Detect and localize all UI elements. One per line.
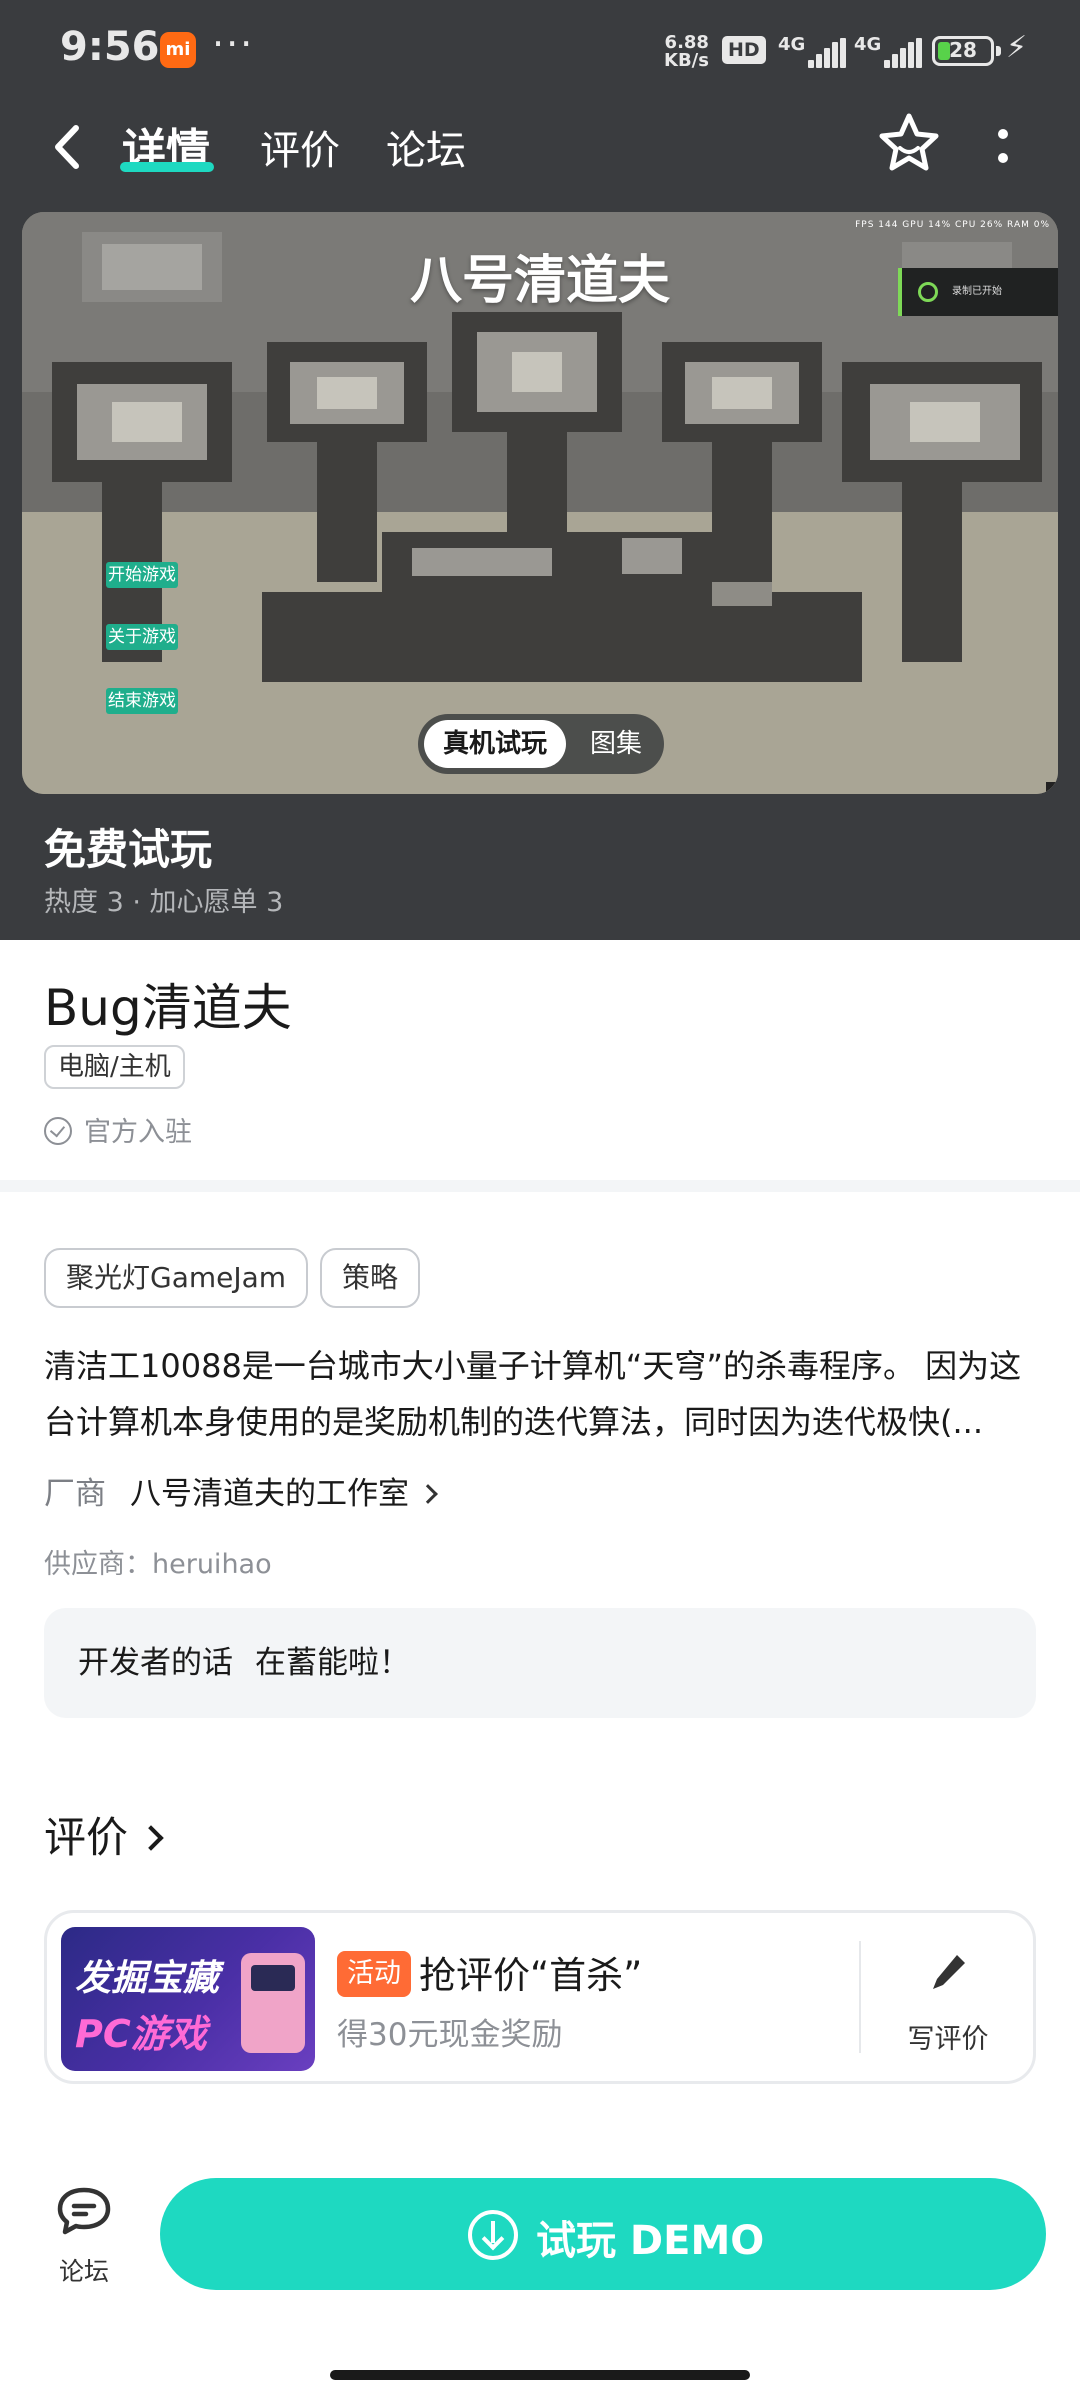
check-circle-icon xyxy=(44,1117,72,1145)
hd-voice-icon: HD xyxy=(722,36,766,64)
forum-button[interactable]: 论坛 xyxy=(40,2182,128,2292)
more-notifications-icon: ··· xyxy=(212,22,255,66)
vendor-name: 八号清道夫的工作室 xyxy=(130,1476,409,1512)
mi-app-icon: mi xyxy=(160,32,196,68)
star-favorite-icon[interactable] xyxy=(876,110,942,176)
more-vertical-icon[interactable] xyxy=(990,118,1016,178)
network-type-1: 4G xyxy=(778,34,806,55)
network-type-2: 4G xyxy=(854,34,882,55)
recording-toast: 录制已开始 xyxy=(898,268,1058,316)
write-review-label: 写评价 xyxy=(907,2024,989,2055)
net-speed-unit: KB/s xyxy=(664,50,709,71)
net-speed: 6.88 KB/s xyxy=(664,34,709,70)
game-menu-start[interactable]: 开始游戏 xyxy=(106,562,178,588)
platform-tag: 电脑/主机 xyxy=(44,1045,185,1089)
heat-and-wishlist: 热度 3 · 加心愿单 3 xyxy=(44,887,284,918)
status-bar: 9:56 mi ··· 6.88 KB/s HD 4G 4G 28 ⚡ xyxy=(0,0,1080,100)
tab-reviews[interactable]: 评价 xyxy=(260,118,340,176)
promo-subtitle: 得30元现金奖励 xyxy=(337,2017,563,2053)
app-name: Bug清道夫 xyxy=(44,979,292,1037)
promo-image-line1: 发掘宝藏 xyxy=(75,1958,220,1999)
promo-banner-image: 发掘宝藏 PC游戏 xyxy=(61,1927,315,2071)
vendor-link[interactable]: 厂商 八号清道夫的工作室 xyxy=(44,1468,438,1513)
chevron-right-icon xyxy=(418,1484,438,1504)
hero-section: 9:56 mi ··· 6.88 KB/s HD 4G 4G 28 ⚡ 详情 评… xyxy=(0,0,1080,940)
try-demo-label: 试玩 DEMO xyxy=(536,2218,765,2264)
reviews-heading-label: 评价 xyxy=(44,1813,129,1862)
game-description[interactable]: 清洁工10088是一台城市大小量子计算机“天穹”的杀毒程序。 因为这台计算机本身… xyxy=(44,1338,1040,1450)
media-tab-gallery[interactable]: 图集 xyxy=(578,720,654,768)
charging-icon: ⚡ xyxy=(1006,30,1028,65)
trial-title: 免费试玩 xyxy=(44,825,213,874)
game-menu-about[interactable]: 关于游戏 xyxy=(106,624,178,650)
game-preview[interactable]: 八号清道夫 FPS 144 GPU 14% CPU 26% RAM 0% 录制已… xyxy=(22,212,1058,794)
promo-separator xyxy=(859,1941,861,2053)
write-review-button[interactable]: 写评价 xyxy=(883,1933,1013,2063)
developer-note-text: 在蓄能啦！ xyxy=(255,1645,410,1681)
tab-forum[interactable]: 论坛 xyxy=(386,118,466,176)
developer-note: 开发者的话 在蓄能啦！ xyxy=(44,1608,1036,1718)
record-icon xyxy=(918,282,938,302)
forum-chat-icon xyxy=(57,2187,111,2235)
official-badge: 官方入驻 xyxy=(44,1110,192,1149)
forum-label: 论坛 xyxy=(58,2257,109,2286)
media-switch: 真机试玩 图集 xyxy=(418,714,664,774)
tab-active-indicator xyxy=(120,162,214,172)
status-time: 9:56 xyxy=(60,24,160,70)
tag-gamejam[interactable]: 聚光灯GameJam xyxy=(44,1248,309,1308)
robot-illustration xyxy=(241,1953,305,2053)
back-arrow-icon[interactable] xyxy=(40,112,100,182)
section-divider xyxy=(0,1180,1080,1192)
developer-note-label: 开发者的话 xyxy=(78,1645,233,1681)
promo-image-line2: PC游戏 xyxy=(75,2012,207,2056)
media-tab-live-trial[interactable]: 真机试玩 xyxy=(424,720,566,768)
signal-icon-2 xyxy=(884,38,922,68)
battery-tip xyxy=(996,46,1001,56)
official-label: 官方入驻 xyxy=(84,1117,192,1148)
tag-strategy[interactable]: 策略 xyxy=(320,1248,421,1308)
activity-badge: 活动 xyxy=(337,1951,411,1997)
vendor-label: 厂商 xyxy=(44,1476,106,1512)
review-promo-card[interactable]: 发掘宝藏 PC游戏 活动 抢评价“首杀” 得30元现金奖励 写评价 xyxy=(44,1910,1036,2084)
pen-icon xyxy=(931,1955,967,1996)
supplier-info: 供应商：heruihao xyxy=(44,1549,272,1580)
download-icon xyxy=(468,2210,518,2260)
promo-title: 抢评价“首杀” xyxy=(419,1954,643,1997)
reviews-heading[interactable]: 评价 xyxy=(44,1804,164,1865)
game-menu-exit[interactable]: 结束游戏 xyxy=(106,688,178,714)
home-indicator[interactable] xyxy=(330,2370,750,2380)
signal-icon-1 xyxy=(808,38,846,68)
performance-overlay: FPS 144 GPU 14% CPU 26% RAM 0% xyxy=(855,220,1050,230)
try-demo-button[interactable]: 试玩 DEMO xyxy=(160,2178,1046,2290)
battery-icon: 28 xyxy=(932,36,994,66)
battery-level: 28 xyxy=(949,38,977,62)
chevron-right-icon xyxy=(138,1825,164,1851)
recording-toast-text: 录制已开始 xyxy=(952,286,1002,297)
